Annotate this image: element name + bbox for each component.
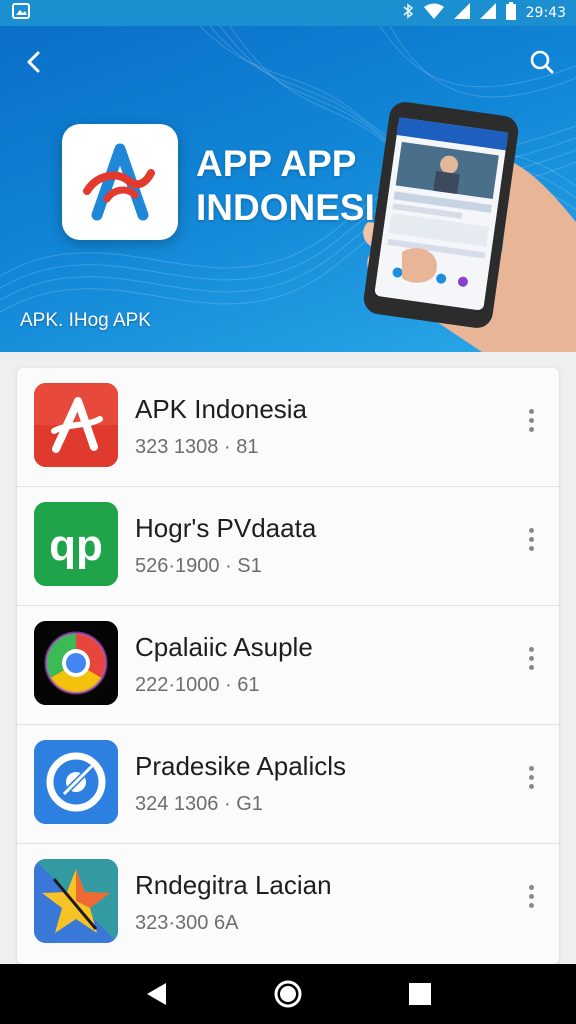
status-time: 29:43 bbox=[525, 5, 566, 21]
search-icon bbox=[530, 50, 554, 74]
more-options-button[interactable] bbox=[519, 398, 543, 442]
app-list: APK Indonesia 323 1308 · 81 qp Hogr's PV… bbox=[17, 368, 559, 964]
app-meta: 222·1000 · 61 bbox=[135, 674, 260, 696]
app-meta: 323 1308 · 81 bbox=[135, 436, 259, 458]
gallery-icon bbox=[12, 3, 30, 23]
nav-home-icon bbox=[274, 980, 302, 1008]
list-item-pradesike-apalicls[interactable]: Pradesike Apalicls 324 1306 · G1 bbox=[17, 725, 559, 844]
back-arrow-icon bbox=[27, 51, 40, 73]
red-a-logo-icon bbox=[34, 383, 118, 467]
chrome-icon bbox=[34, 621, 118, 705]
signal-icon bbox=[479, 3, 496, 23]
svg-text:qp: qp bbox=[49, 521, 103, 570]
green-p-logo-icon: qp bbox=[34, 502, 118, 586]
app-name: APK Indonesia bbox=[135, 394, 308, 424]
battery-icon bbox=[505, 2, 516, 24]
nav-home-button[interactable] bbox=[266, 972, 310, 1016]
nav-back-icon bbox=[147, 983, 166, 1005]
list-item-hogrs-pvdaata[interactable]: qp Hogr's PVdaata 526·1900 · S1 bbox=[17, 487, 559, 606]
bluetooth-icon bbox=[402, 3, 414, 23]
more-options-button[interactable] bbox=[519, 755, 543, 799]
navigation-bar bbox=[0, 964, 576, 1024]
signal-icon bbox=[453, 3, 470, 23]
app-name: Hogr's PVdaata bbox=[135, 513, 317, 543]
app-meta: 324 1306 · G1 bbox=[135, 793, 263, 815]
a-logo-icon bbox=[83, 143, 155, 221]
list-item-rndegitra-lacian[interactable]: Rndegitra Lacian 323·300 6A bbox=[17, 844, 559, 963]
hero-banner: APP APP INDONESI APK. IHog APK bbox=[0, 26, 576, 352]
more-options-button[interactable] bbox=[519, 874, 543, 918]
list-item-apk-indonesia[interactable]: APK Indonesia 323 1308 · 81 bbox=[17, 368, 559, 487]
wifi-icon bbox=[423, 3, 444, 23]
app-name: Rndegitra Lacian bbox=[135, 870, 332, 900]
app-meta: 526·1900 · S1 bbox=[135, 555, 262, 577]
star-logo-icon bbox=[34, 859, 118, 943]
app-meta: 323·300 6A bbox=[135, 912, 239, 934]
phone-in-hand-image bbox=[363, 102, 576, 352]
app-name: Cpalaiic Asuple bbox=[135, 632, 313, 662]
app-logo bbox=[62, 124, 178, 240]
nav-back-button[interactable] bbox=[134, 972, 178, 1016]
list-item-cpalaiic-asuple[interactable]: Cpalaiic Asuple 222·1000 · 61 bbox=[17, 606, 559, 725]
nav-recents-button[interactable] bbox=[398, 972, 442, 1016]
app-name: Pradesike Apalicls bbox=[135, 751, 346, 781]
more-options-button[interactable] bbox=[519, 636, 543, 680]
blue-circle-logo-icon bbox=[34, 740, 118, 824]
hero-subtitle: APK. IHog APK bbox=[20, 310, 151, 331]
more-options-button[interactable] bbox=[519, 517, 543, 561]
status-bar: 29:43 bbox=[0, 0, 576, 26]
nav-recents-icon bbox=[409, 983, 431, 1005]
search-button[interactable] bbox=[526, 46, 558, 78]
back-button[interactable] bbox=[18, 46, 50, 78]
